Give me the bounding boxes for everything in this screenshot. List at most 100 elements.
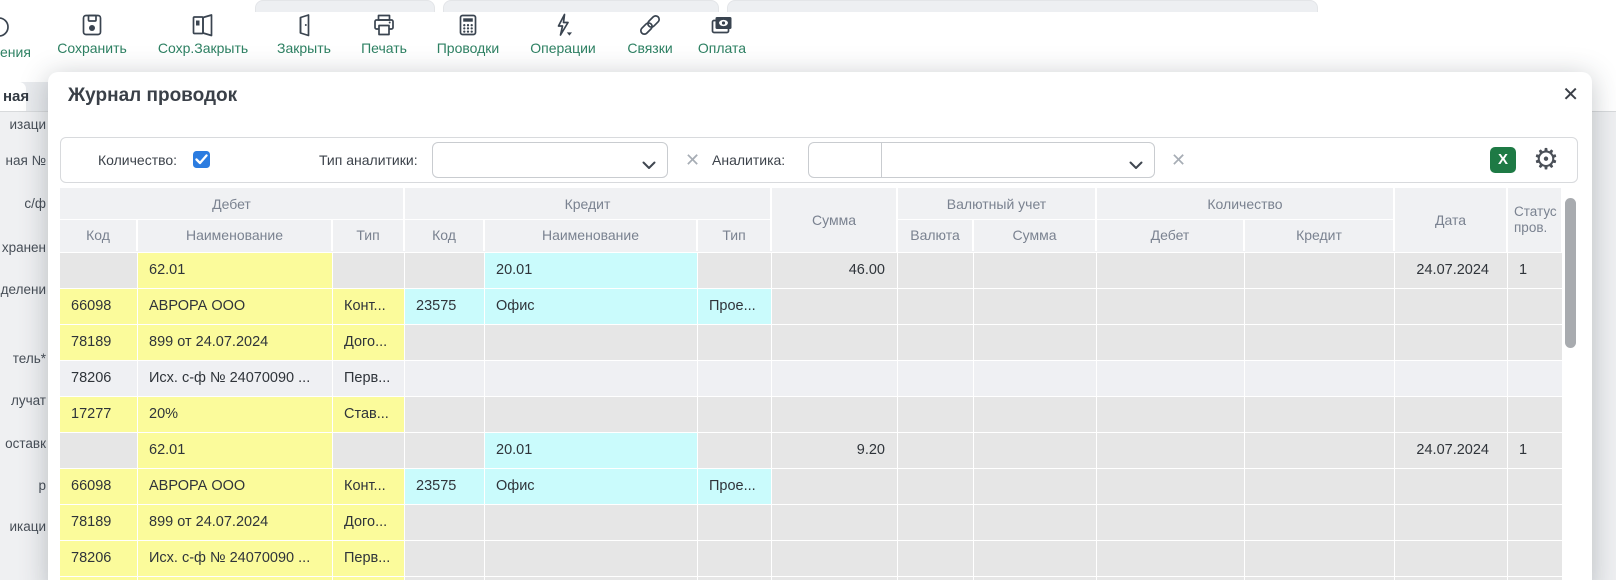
table-cell[interactable]: Дого... — [333, 325, 405, 361]
table-cell[interactable] — [772, 361, 898, 397]
table-cell[interactable] — [1395, 325, 1508, 361]
table-cell[interactable] — [1508, 361, 1563, 397]
table-cell[interactable] — [974, 325, 1097, 361]
table-cell[interactable]: Офис — [485, 289, 698, 325]
table-cell[interactable] — [698, 325, 772, 361]
table-cell[interactable]: Дого... — [333, 505, 405, 541]
table-cell[interactable] — [772, 289, 898, 325]
table-cell[interactable] — [974, 469, 1097, 505]
table-cell[interactable] — [898, 469, 974, 505]
table-cell[interactable] — [333, 253, 405, 289]
modal-close-icon[interactable]: ✕ — [1562, 84, 1579, 106]
table-cell[interactable] — [898, 289, 974, 325]
table-cell[interactable] — [1097, 469, 1245, 505]
table-cell[interactable] — [1395, 397, 1508, 433]
col-header-name[interactable]: Наименование — [485, 220, 698, 251]
table-cell[interactable] — [698, 361, 772, 397]
table-row[interactable]: 66098АВРОРА ОООКонт...23575ОфисПрое... — [60, 469, 1563, 505]
table-cell[interactable] — [898, 361, 974, 397]
table-cell[interactable]: 24.07.2024 — [1395, 433, 1508, 469]
quantity-checkbox[interactable] — [193, 151, 210, 168]
table-cell[interactable] — [974, 253, 1097, 289]
table-cell[interactable] — [1508, 289, 1563, 325]
vertical-scrollbar-thumb[interactable] — [1565, 198, 1576, 348]
table-cell[interactable] — [1097, 289, 1245, 325]
table-cell[interactable] — [698, 397, 772, 433]
table-row[interactable]: 1727720%Став... — [60, 397, 1563, 433]
table-cell[interactable] — [772, 325, 898, 361]
table-cell[interactable] — [974, 505, 1097, 541]
table-cell[interactable] — [60, 253, 138, 289]
col-header-sum[interactable]: Сумма — [772, 188, 898, 252]
table-cell[interactable] — [1395, 505, 1508, 541]
table-cell[interactable] — [1395, 469, 1508, 505]
table-cell[interactable]: Прое... — [698, 469, 772, 505]
table-cell[interactable] — [898, 253, 974, 289]
table-cell[interactable] — [1395, 541, 1508, 577]
table-cell[interactable] — [1245, 433, 1395, 469]
table-cell[interactable] — [405, 361, 485, 397]
table-cell[interactable] — [1508, 505, 1563, 541]
table-cell[interactable] — [898, 325, 974, 361]
table-cell[interactable] — [698, 541, 772, 577]
table-cell[interactable] — [485, 361, 698, 397]
table-cell[interactable] — [772, 397, 898, 433]
col-header-type[interactable]: Тип — [333, 220, 405, 251]
table-cell[interactable] — [1097, 253, 1245, 289]
table-cell[interactable]: 20.01 — [485, 433, 698, 469]
col-header-code[interactable]: Код — [405, 220, 485, 251]
table-cell[interactable] — [1097, 541, 1245, 577]
save-close-button[interactable]: Сохр.Закрыть — [148, 12, 258, 56]
table-cell[interactable] — [485, 505, 698, 541]
table-cell[interactable] — [333, 433, 405, 469]
table-cell[interactable]: 23575 — [405, 289, 485, 325]
table-cell[interactable] — [898, 397, 974, 433]
table-cell[interactable] — [698, 505, 772, 541]
col-header-date[interactable]: Дата — [1395, 188, 1508, 252]
analytics-type-select[interactable] — [432, 142, 668, 178]
clear-analytics-icon[interactable]: ✕ — [1171, 150, 1186, 171]
table-cell[interactable]: Прое... — [698, 289, 772, 325]
col-header-code[interactable]: Код — [60, 220, 138, 251]
table-cell[interactable] — [405, 505, 485, 541]
gear-icon[interactable]: ⚙ — [1533, 143, 1559, 177]
table-cell[interactable] — [898, 433, 974, 469]
table-cell[interactable]: 1 — [1508, 433, 1563, 469]
table-cell[interactable]: 1 — [1508, 253, 1563, 289]
cut-toolbar-button[interactable]: ения — [0, 44, 31, 60]
clear-type-icon[interactable]: ✕ — [685, 150, 700, 171]
table-cell[interactable] — [698, 433, 772, 469]
table-cell[interactable] — [1245, 505, 1395, 541]
table-cell[interactable] — [1395, 289, 1508, 325]
table-cell[interactable]: Конт... — [333, 469, 405, 505]
table-cell[interactable] — [974, 433, 1097, 469]
table-cell[interactable] — [974, 361, 1097, 397]
table-row[interactable]: 78206Исх. с-ф № 24070090 ...Перв... — [60, 361, 1563, 397]
table-cell[interactable] — [974, 397, 1097, 433]
table-cell[interactable] — [405, 433, 485, 469]
col-header-status[interactable]: Статус пров. — [1508, 188, 1563, 252]
table-cell[interactable] — [1245, 325, 1395, 361]
table-cell[interactable] — [772, 505, 898, 541]
table-cell[interactable] — [405, 397, 485, 433]
table-cell[interactable] — [698, 253, 772, 289]
table-cell[interactable]: 62.01 — [138, 253, 333, 289]
col-header-sum[interactable]: Сумма — [974, 220, 1097, 251]
table-cell[interactable] — [1245, 541, 1395, 577]
analytics-select[interactable] — [808, 142, 1155, 178]
table-cell[interactable]: 66098 — [60, 469, 138, 505]
table-cell[interactable] — [1097, 433, 1245, 469]
table-cell[interactable]: 78206 — [60, 361, 138, 397]
col-header-type[interactable]: Тип — [698, 220, 772, 251]
table-cell[interactable] — [1245, 289, 1395, 325]
table-cell[interactable] — [1097, 505, 1245, 541]
table-cell[interactable] — [772, 469, 898, 505]
print-button[interactable]: Печать — [339, 12, 429, 56]
table-row[interactable]: 78206Исх. с-ф № 24070090 ...Перв... — [60, 541, 1563, 577]
table-cell[interactable] — [1508, 325, 1563, 361]
close-button[interactable]: Закрыть — [259, 12, 349, 56]
table-cell[interactable]: АВРОРА ООО — [138, 289, 333, 325]
table-cell[interactable] — [1245, 253, 1395, 289]
table-cell[interactable] — [974, 541, 1097, 577]
table-row[interactable]: 62.0120.0146.0024.07.20241 — [60, 253, 1563, 289]
